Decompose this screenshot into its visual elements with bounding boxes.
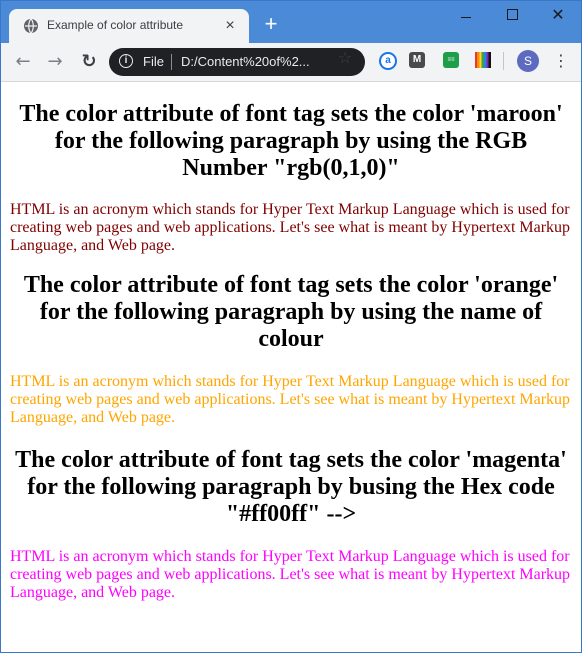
extension-a-icon[interactable]: a — [379, 52, 397, 70]
url-text[interactable]: D:/Content%20of%2... — [181, 54, 310, 69]
globe-icon — [24, 18, 38, 34]
window-maximize-button[interactable] — [489, 1, 535, 31]
browser-tab[interactable]: Example of color attribute × — [9, 9, 249, 43]
maximize-icon — [506, 9, 518, 21]
extension-colorbars-icon[interactable] — [475, 52, 491, 68]
tab-strip: Example of color attribute × + ✕ — [1, 1, 581, 43]
window-minimize-button[interactable] — [443, 1, 489, 31]
browser-window: Example of color attribute × + ✕ ← → ↻ i… — [0, 0, 582, 653]
toolbar-divider — [503, 52, 504, 70]
extension-m-icon[interactable]: M — [409, 52, 425, 68]
info-icon[interactable]: i — [119, 54, 133, 68]
tab-title: Example of color attribute — [47, 18, 184, 32]
back-arrow-icon[interactable]: ← — [11, 50, 35, 74]
address-bar-divider — [171, 54, 172, 70]
address-bar[interactable]: i File D:/Content%20of%2... — [109, 48, 365, 76]
profile-avatar[interactable]: S — [517, 50, 539, 72]
minimize-icon — [461, 16, 471, 18]
bookmark-star-icon[interactable]: ☆ — [335, 48, 355, 68]
section-heading-maroon: The color attribute of font tag sets the… — [19, 101, 563, 181]
paragraph-magenta: HTML is an acronym which stands for Hype… — [10, 548, 571, 601]
kebab-menu-icon[interactable]: ⋮ — [553, 49, 569, 73]
page-content: The color attribute of font tag sets the… — [2, 82, 580, 652]
section-heading-orange: The color attribute of font tag sets the… — [23, 272, 559, 352]
extension-sheet-icon[interactable]: ≡≡ — [443, 52, 459, 68]
browser-toolbar: ← → ↻ i File D:/Content%20of%2... — [1, 43, 581, 82]
forward-arrow-icon[interactable]: → — [43, 50, 67, 74]
paragraph-maroon: HTML is an acronym which stands for Hype… — [10, 201, 571, 254]
url-scheme-label: File — [143, 54, 164, 69]
new-tab-button[interactable]: + — [259, 13, 283, 37]
tab-close-icon[interactable]: × — [221, 17, 239, 35]
paragraph-orange: HTML is an acronym which stands for Hype… — [10, 373, 571, 426]
section-heading-magenta: The color attribute of font tag sets the… — [15, 447, 567, 527]
reload-icon[interactable]: ↻ — [77, 50, 101, 74]
window-close-button[interactable]: ✕ — [535, 1, 581, 31]
